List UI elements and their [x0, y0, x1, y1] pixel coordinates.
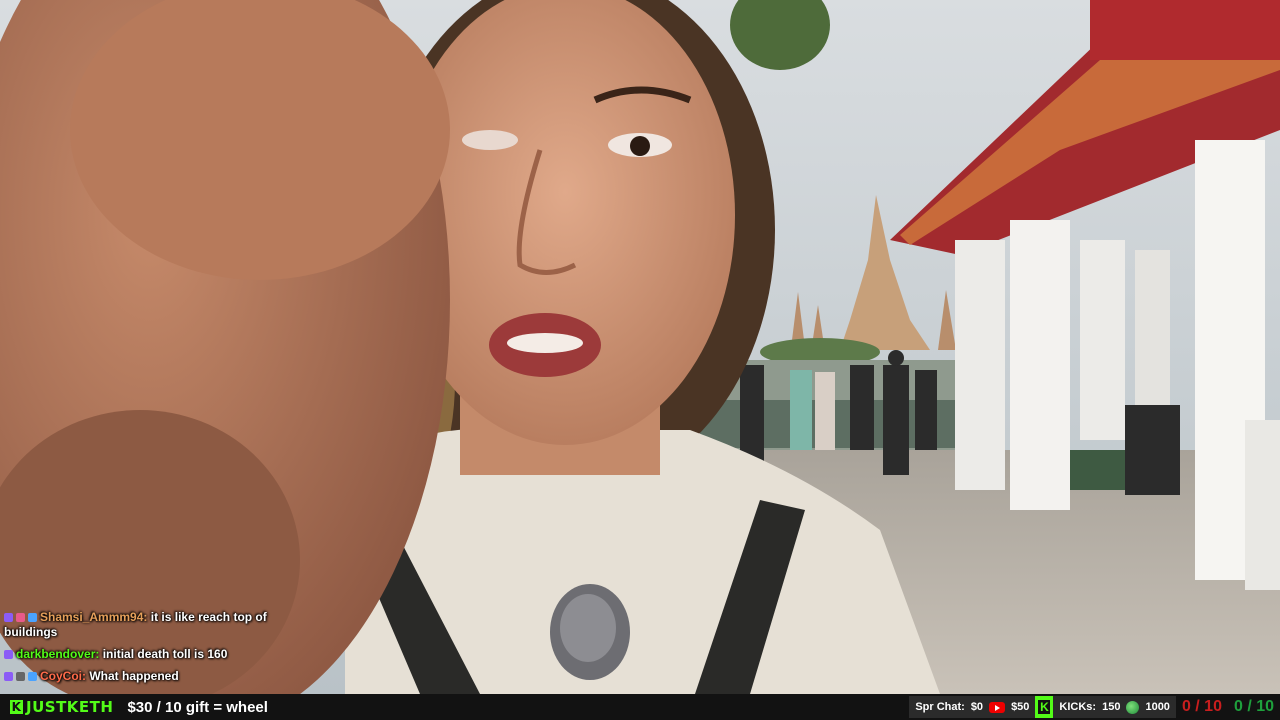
kick-icon: K — [1035, 696, 1054, 718]
spr-chat-value: $0 — [970, 701, 984, 713]
kicks-label: KICKs: — [1059, 701, 1097, 713]
globe-value: 1000 — [1145, 701, 1170, 713]
kicks-segment: KICKs: 150 1000 — [1053, 696, 1176, 718]
chat-text: What happened — [89, 669, 179, 683]
spr-chat-segment: Spr Chat: $0 $50 — [909, 696, 1036, 718]
chat-message: darkbendover: initial death toll is 160 — [4, 647, 304, 662]
stream-scene-illustration — [0, 0, 1280, 694]
channel-name: JUSTKETH — [26, 698, 114, 716]
stats-panel: Spr Chat: $0 $50 K KICKs: 150 1000 0 / 1… — [909, 694, 1280, 720]
youtube-value: $50 — [1011, 701, 1030, 713]
kick-k-icon: K — [10, 700, 23, 714]
chat-username[interactable]: CoyCoi: — [40, 669, 86, 683]
crown-badge-icon — [28, 613, 37, 622]
stream-info-bar: K JUSTKETH $30 / 10 gift = wheel Spr Cha… — [0, 694, 1280, 720]
chat-username[interactable]: darkbendover: — [16, 647, 99, 661]
subscriber-badge-icon — [4, 613, 13, 622]
chat-overlay: Shamsi_Ammm94: it is like reach top of b… — [4, 610, 304, 691]
gift-goal-text: $30 / 10 gift = wheel — [127, 698, 268, 716]
verified-badge-icon — [28, 672, 37, 681]
emote-badge-icon — [16, 613, 25, 622]
youtube-icon — [989, 701, 1006, 713]
chat-message: Shamsi_Ammm94: it is like reach top of b… — [4, 610, 304, 640]
channel-logo: K JUSTKETH — [10, 698, 113, 716]
globe-icon — [1126, 700, 1140, 714]
gift-badge-icon — [16, 672, 25, 681]
subscriber-badge-icon — [4, 672, 13, 681]
counter-red: 0 / 10 — [1181, 698, 1222, 715]
subscriber-badge-icon — [4, 650, 13, 659]
stream-video — [0, 0, 1280, 694]
chat-text: initial death toll is 160 — [102, 647, 228, 661]
counter-green: 0 / 10 — [1233, 698, 1274, 715]
chat-username[interactable]: Shamsi_Ammm94: — [40, 610, 147, 624]
spr-chat-label: Spr Chat: — [915, 701, 965, 713]
kicks-value: 150 — [1102, 701, 1121, 713]
chat-message: CoyCoi: What happened — [4, 669, 304, 684]
